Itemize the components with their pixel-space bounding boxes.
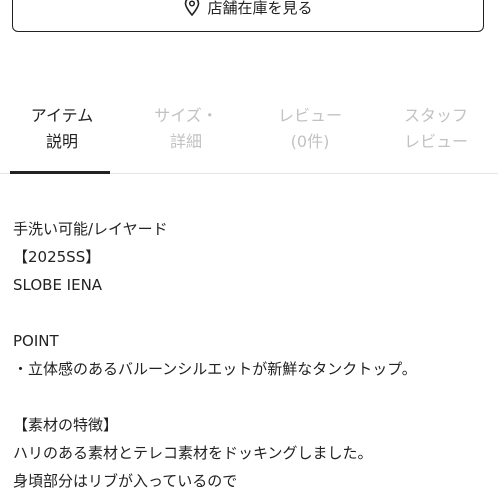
point-heading: POINT — [13, 332, 59, 350]
tab-label: レビュー — [403, 132, 468, 151]
tab-label: サイズ・ — [154, 106, 218, 125]
tab-label: 詳細 — [169, 132, 202, 151]
store-stock-label: 店舗在庫を見る — [207, 0, 313, 17]
tab-bar: アイテム 説明 サイズ・ 詳細 レビュー (0件) スタッフ レビュー — [0, 95, 498, 174]
description-line: 【2025SS】 — [13, 248, 101, 266]
item-description: 手洗い可能/レイヤード 【2025SS】 SLOBE IENA POINT ・立… — [13, 215, 485, 495]
tab-reviews[interactable]: レビュー (0件) — [248, 95, 372, 173]
material-heading: 【素材の特徴】 — [13, 416, 119, 434]
map-pin-icon — [185, 0, 200, 16]
point-text: ・立体感のあるバルーンシルエットが新鮮なタンクトップ。 — [13, 360, 417, 378]
tab-label: 説明 — [45, 132, 78, 151]
tab-staff-reviews[interactable]: スタッフ レビュー — [374, 95, 498, 173]
tab-label: (0件) — [290, 132, 330, 151]
tab-item-description[interactable]: アイテム 説明 — [0, 95, 124, 173]
brand-name: SLOBE IENA — [13, 276, 103, 294]
description-line: 手洗い可能/レイヤード — [13, 220, 168, 238]
tab-label: アイテム — [30, 106, 94, 125]
tab-label: スタッフ — [403, 106, 468, 125]
material-text: 身頃部分はリブが入っているので — [13, 472, 238, 490]
active-tab-indicator — [10, 171, 110, 174]
store-stock-button[interactable]: 店舗在庫を見る — [12, 0, 484, 32]
tab-label: レビュー — [277, 106, 342, 125]
tab-size-details[interactable]: サイズ・ 詳細 — [124, 95, 248, 173]
material-text: ハリのある素材とテレコ素材をドッキングしました。 — [13, 444, 373, 462]
